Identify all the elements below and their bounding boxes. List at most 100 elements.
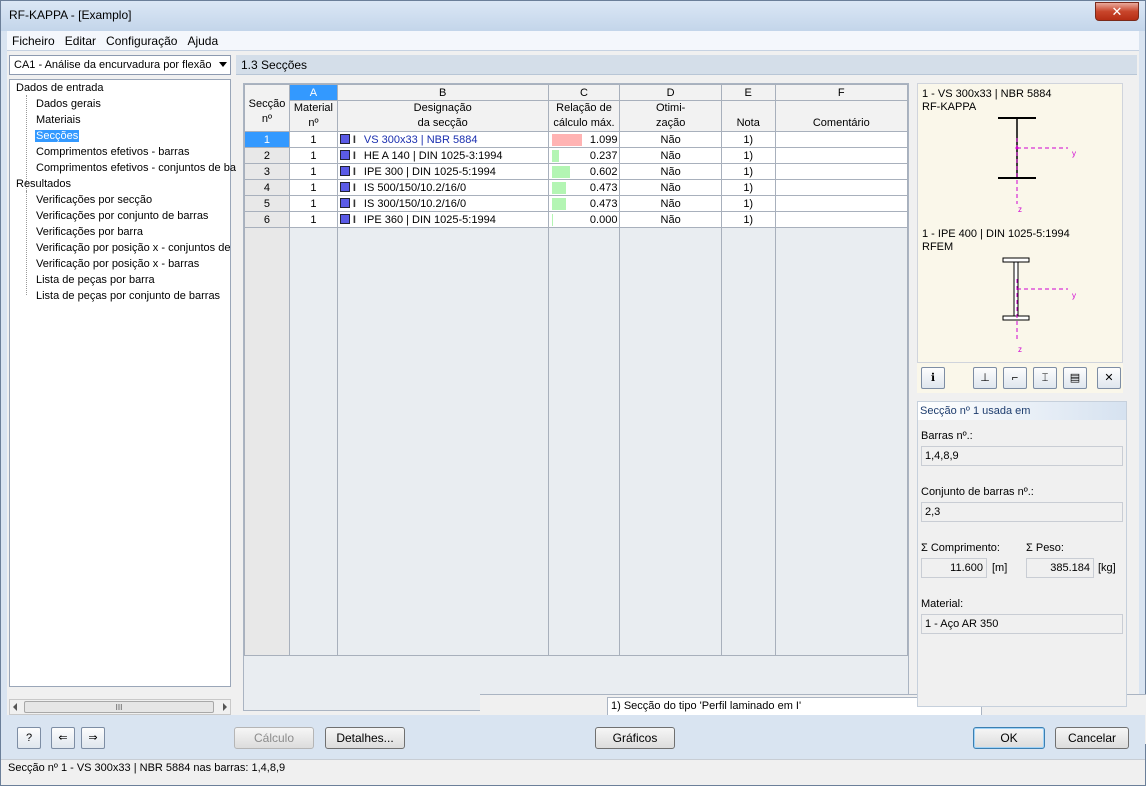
next-icon[interactable]: ⇒ — [81, 727, 105, 749]
optimization-cell[interactable]: Não — [619, 179, 722, 196]
reset-view-icon[interactable]: ✕ — [1097, 367, 1121, 389]
i-beam-icon: I — [352, 133, 356, 146]
title-bar: RF-KAPPA - [Examplo] ✕ — [1, 1, 1145, 31]
ratio-value: 1.099 — [589, 133, 618, 146]
details-button[interactable]: Detalhes... — [325, 727, 405, 749]
designation-cell[interactable]: I IPE 300 | DIN 1025-5:1994 — [336, 163, 549, 180]
material-cell[interactable]: 1 — [288, 211, 338, 228]
col-letter-e[interactable]: E — [720, 84, 776, 101]
material-cell[interactable]: 1 — [288, 147, 338, 164]
section-color-swatch — [339, 197, 350, 208]
ratio-bar — [551, 134, 582, 146]
designation-text: IS 500/150/10.2/16/0 — [363, 181, 467, 194]
comment-cell[interactable] — [774, 179, 909, 196]
tree-item-verif-conjunto[interactable]: Verificações por conjunto de barras — [36, 210, 208, 222]
section-title: 1.3 Secções — [236, 55, 1137, 75]
close-button[interactable]: ✕ — [1095, 2, 1139, 21]
designation-cell[interactable]: I VS 300x33 | NBR 5884 — [336, 131, 549, 148]
vs-section-shape: y z — [998, 117, 1076, 214]
row-header-line1: Secção — [248, 98, 286, 110]
col-letter-d[interactable]: D — [619, 84, 722, 101]
row-number[interactable]: 2 — [244, 147, 290, 164]
menu-configuracao[interactable]: Configuração — [101, 31, 182, 48]
weight-field: 385.184 — [1026, 558, 1094, 578]
row-number[interactable]: 1 — [244, 131, 290, 148]
menu-ficheiro[interactable]: Ficheiro — [7, 31, 60, 48]
comment-cell[interactable] — [774, 211, 909, 228]
optimization-cell[interactable]: Não — [619, 131, 722, 148]
designation-cell[interactable]: I IS 500/150/10.2/16/0 — [336, 179, 549, 196]
tree-item-verif-barra[interactable]: Verificações por barra — [36, 226, 143, 238]
comment-cell[interactable] — [774, 147, 909, 164]
comment-cell[interactable] — [774, 131, 909, 148]
help-icon[interactable]: ? — [17, 727, 41, 749]
scroll-right-icon[interactable] — [223, 703, 227, 711]
col-letter-f[interactable]: F — [774, 84, 909, 101]
tree-group-input[interactable]: Dados de entrada — [16, 82, 103, 94]
bottom-bar: ? ⇐ ⇒ Cálculo Detalhes... Gráficos OK Ca… — [1, 715, 1145, 759]
optimization-cell[interactable]: Não — [619, 195, 722, 212]
section-color-swatch — [339, 213, 350, 224]
col-letter-a[interactable]: A — [288, 84, 338, 101]
tree-item-comprimentos-barras[interactable]: Comprimentos efetivos - barras — [36, 146, 189, 158]
dimension-icon[interactable]: ⊥ — [973, 367, 997, 389]
table-row[interactable]: 4 1 I IS 500/150/10.2/16/0 0.473 Não 1) — [244, 179, 909, 196]
row-number[interactable]: 3 — [244, 163, 290, 180]
comment-cell[interactable] — [774, 195, 909, 212]
menu-ajuda[interactable]: Ajuda — [182, 31, 223, 48]
material-cell[interactable]: 1 — [288, 179, 338, 196]
col-letter-c[interactable]: C — [547, 84, 621, 101]
previous-icon[interactable]: ⇐ — [51, 727, 75, 749]
tree-item-dados-gerais[interactable]: Dados gerais — [36, 98, 101, 110]
tree-item-materiais[interactable]: Materiais — [36, 114, 81, 126]
optimization-cell[interactable]: Não — [619, 147, 722, 164]
tree-item-lista-conjunto[interactable]: Lista de peças por conjunto de barras — [36, 290, 220, 302]
col-letter-b[interactable]: B — [336, 84, 549, 101]
tree-item-comprimentos-conjuntos[interactable]: Comprimentos efetivos - conjuntos de ba — [36, 162, 236, 174]
ratio-bar — [551, 166, 570, 178]
designation-cell[interactable]: I IPE 360 | DIN 1025-5:1994 — [336, 211, 549, 228]
scroll-left-icon[interactable] — [13, 703, 17, 711]
table-row[interactable]: 1 1 I VS 300x33 | NBR 5884 1.099 Não 1) — [244, 131, 909, 148]
calc-button[interactable]: Cálculo — [234, 727, 314, 749]
graphics-button[interactable]: Gráficos — [595, 727, 675, 749]
values-icon[interactable]: ▤ — [1063, 367, 1087, 389]
ratio-cell: 1.099 — [547, 131, 621, 148]
tree-item-verif-pos-conjuntos[interactable]: Verificação por posição x - conjuntos de — [36, 242, 230, 254]
designation-cell[interactable]: I HE A 140 | DIN 1025-3:1994 — [336, 147, 549, 164]
table-row[interactable]: 3 1 I IPE 300 | DIN 1025-5:1994 0.602 Não 1) — [244, 163, 909, 180]
row-number[interactable]: 5 — [244, 195, 290, 212]
preview-bottom-line1: 1 - IPE 400 | DIN 1025-5:1994 — [922, 228, 1070, 240]
comment-cell[interactable] — [774, 163, 909, 180]
scroll-thumb[interactable]: III — [24, 701, 214, 713]
tree-item-verif-seccao[interactable]: Verificações por secção — [36, 194, 152, 206]
material-cell[interactable]: 1 — [288, 163, 338, 180]
menu-editar[interactable]: Editar — [60, 31, 101, 48]
tree-item-verif-pos-barras[interactable]: Verificação por posição x - barras — [36, 258, 199, 270]
tree-horizontal-scrollbar[interactable]: III — [9, 699, 231, 715]
cancel-button[interactable]: Cancelar — [1055, 727, 1129, 749]
table-row[interactable]: 2 1 I HE A 140 | DIN 1025-3:1994 0.237 Não 1) — [244, 147, 909, 164]
length-field: 11.600 — [921, 558, 987, 578]
row-number[interactable]: 4 — [244, 179, 290, 196]
chevron-down-icon[interactable] — [219, 62, 227, 67]
optimization-cell[interactable]: Não — [619, 211, 722, 228]
ratio-cell: 0.473 — [547, 179, 621, 196]
designation-cell[interactable]: I IS 300/150/10.2/16/0 — [336, 195, 549, 212]
tree-item-lista-barra[interactable]: Lista de peças por barra — [36, 274, 155, 286]
tree-group-results[interactable]: Resultados — [16, 178, 71, 190]
ok-button[interactable]: OK — [973, 727, 1045, 749]
table-row[interactable]: 6 1 I IPE 360 | DIN 1025-5:1994 0.000 Não 1) — [244, 211, 909, 228]
tree-item-seccoes[interactable]: Secções — [35, 130, 80, 142]
info-icon[interactable]: ℹ — [921, 367, 945, 389]
case-select[interactable]: CA1 - Análise da encurvadura por flexão — [9, 55, 231, 75]
axes-icon[interactable]: ⌐ — [1003, 367, 1027, 389]
axis-z-label: z — [1018, 205, 1022, 214]
optimization-cell[interactable]: Não — [619, 163, 722, 180]
row-number[interactable]: 6 — [244, 211, 290, 228]
material-cell[interactable]: 1 — [288, 195, 338, 212]
length-unit: [m] — [992, 562, 1008, 574]
material-cell[interactable]: 1 — [288, 131, 338, 148]
table-row[interactable]: 5 1 I IS 300/150/10.2/16/0 0.473 Não 1) — [244, 195, 909, 212]
section-dims-icon[interactable]: ⌶ — [1033, 367, 1057, 389]
